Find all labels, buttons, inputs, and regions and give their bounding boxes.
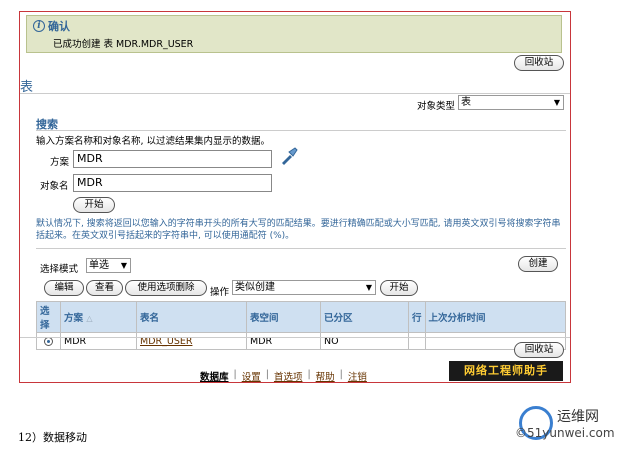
- delete-with-options-button[interactable]: 使用选项删除: [125, 280, 207, 296]
- sort-ascending-icon: △: [86, 314, 93, 323]
- row-schema: MDR: [60, 332, 137, 350]
- row-tablespace: MDR: [246, 332, 321, 350]
- column-header-rows: 行: [408, 301, 426, 333]
- footer-nav: 数据库 | 设置 | 首选项 | 帮助 | 注销: [200, 369, 367, 383]
- footer-link-database[interactable]: 数据库: [200, 369, 229, 383]
- row-partitioned: NO: [320, 332, 409, 350]
- edit-button[interactable]: 编辑: [44, 280, 84, 296]
- table-row[interactable]: MDR MDR_USER MDR NO: [36, 332, 567, 350]
- footer-separator: |: [233, 369, 237, 380]
- object-type-select[interactable]: 表 ▼: [458, 95, 564, 110]
- chevron-down-icon: ▼: [120, 261, 127, 270]
- search-go-button[interactable]: 开始: [73, 197, 115, 213]
- operation-value: 类似创建: [235, 282, 275, 293]
- column-header-select: 选择: [36, 301, 61, 333]
- footer-separator: |: [307, 369, 311, 380]
- bottom-divider: [20, 337, 570, 338]
- chevron-down-icon: ▼: [553, 98, 560, 107]
- create-button[interactable]: 创建: [518, 256, 558, 272]
- object-type-label: 对象类型: [417, 101, 456, 112]
- caption-text: 12）数据移动: [18, 431, 87, 444]
- flashlight-search-icon[interactable]: [279, 146, 299, 166]
- column-header-tablespace: 表空间: [246, 301, 321, 333]
- oracle-em-panel: i 确认 已成功创建 表 MDR.MDR_USER 回收站 表 对象类型 表 ▼…: [19, 11, 571, 383]
- search-note: 默认情况下, 搜索将返回以您输入的字符串开头的所有大写的匹配结果。要进行精确匹配…: [36, 219, 561, 241]
- site-watermark: 运维网 ©51yunwei.com: [503, 404, 618, 448]
- footer-link-logout[interactable]: 注销: [348, 369, 367, 383]
- confirmation-title: i 确认: [33, 18, 70, 34]
- view-button[interactable]: 查看: [86, 280, 123, 296]
- column-header-table-name: 表名: [136, 301, 247, 333]
- watermark-badge: 网络工程师助手: [449, 361, 563, 381]
- column-header-schema-text: 方案: [64, 313, 84, 324]
- search-divider: [36, 130, 566, 131]
- footer-link-preferences[interactable]: 首选项: [274, 369, 303, 383]
- selection-mode-label: 选择模式: [40, 264, 79, 275]
- watermark-line1: 运维网: [557, 409, 599, 425]
- operation-label: 操作: [210, 287, 230, 298]
- search-instructions: 输入方案名称和对象名称, 以过滤结果集内显示的数据。: [36, 136, 271, 147]
- info-icon: i: [33, 20, 45, 32]
- footer-link-setup[interactable]: 设置: [242, 369, 261, 383]
- footer-separator: |: [265, 369, 269, 380]
- schema-label: 方案: [50, 157, 70, 168]
- footer-link-help[interactable]: 帮助: [316, 369, 335, 383]
- row-table-name-cell[interactable]: MDR_USER: [136, 332, 247, 350]
- selection-mode-select[interactable]: 单选 ▼: [86, 258, 131, 273]
- object-name-label: 对象名: [40, 181, 69, 192]
- column-header-last-analyzed: 上次分析时间: [424, 301, 567, 333]
- operation-select[interactable]: 类似创建 ▼: [232, 280, 376, 295]
- selection-mode-value: 单选: [89, 260, 109, 271]
- recycle-bin-button-top[interactable]: 回收站: [514, 55, 564, 71]
- row-rows: [408, 332, 426, 350]
- schema-input[interactable]: MDR: [73, 150, 272, 168]
- object-type-value: 表: [461, 97, 471, 108]
- confirmation-message: 已成功创建 表 MDR.MDR_USER: [53, 39, 194, 50]
- table-header-row: 选择 方案 △ 表名 表空间 已分区 行 上次分析时间: [36, 301, 567, 333]
- row-select-cell[interactable]: [36, 332, 61, 350]
- heading-divider: [20, 93, 570, 94]
- confirmation-box: i 确认 已成功创建 表 MDR.MDR_USER: [26, 15, 562, 53]
- confirmation-title-text: 确认: [48, 20, 70, 33]
- operation-go-button[interactable]: 开始: [380, 280, 418, 296]
- recycle-bin-button-bottom[interactable]: 回收站: [514, 342, 564, 358]
- footer-separator: |: [339, 369, 343, 380]
- object-name-input[interactable]: MDR: [73, 174, 272, 192]
- note-divider: [36, 248, 566, 249]
- column-header-partitioned: 已分区: [320, 301, 409, 333]
- chevron-down-icon: ▼: [365, 283, 372, 292]
- tables-result-table: 选择 方案 △ 表名 表空间 已分区 行 上次分析时间 MDR MDR_USER…: [36, 301, 567, 350]
- column-header-schema[interactable]: 方案 △: [60, 301, 137, 333]
- watermark-line2: ©51yunwei.com: [515, 426, 615, 440]
